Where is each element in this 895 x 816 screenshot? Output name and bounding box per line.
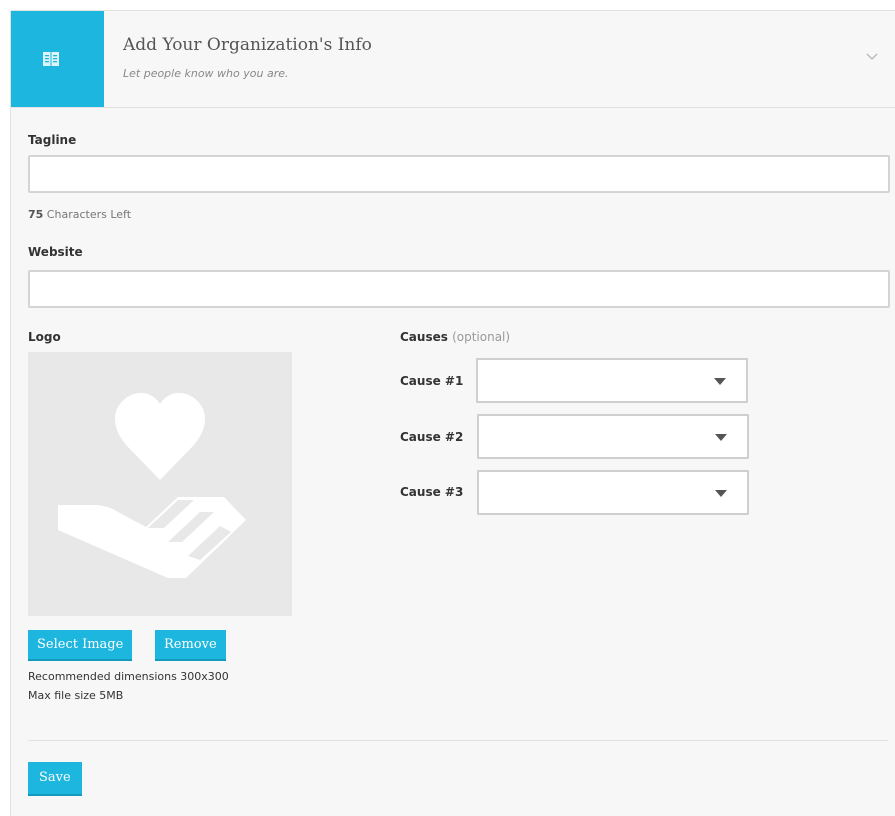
dropdown-arrow-icon — [715, 434, 727, 441]
divider — [28, 740, 888, 741]
org-info-panel: Add Your Organization's Info Let people … — [10, 10, 895, 816]
section-subtitle: Let people know who you are. — [123, 67, 289, 80]
logo-preview[interactable] — [28, 352, 292, 616]
dropdown-arrow-icon — [715, 490, 727, 497]
recommended-dimensions-note: Recommended dimensions 300x300 — [28, 670, 229, 683]
cause-1-label: Cause #1 — [400, 374, 464, 388]
tagline-input[interactable] — [28, 155, 890, 193]
heart-hand-icon — [58, 392, 246, 578]
select-image-button[interactable]: Select Image — [28, 630, 133, 661]
causes-heading: Causes (optional) — [400, 330, 510, 344]
remove-image-button[interactable]: Remove — [155, 630, 226, 661]
cause-2-select[interactable] — [477, 414, 749, 459]
logo-label: Logo — [28, 330, 61, 344]
section-header[interactable]: Add Your Organization's Info Let people … — [11, 11, 895, 108]
cause-3-label: Cause #3 — [400, 485, 464, 499]
causes-title: Causes — [400, 330, 448, 344]
cause-3-select[interactable] — [477, 470, 749, 515]
header-icon-box — [11, 11, 104, 107]
max-file-size-note: Max file size 5MB — [28, 689, 124, 702]
section-title: Add Your Organization's Info — [123, 35, 372, 55]
book-icon — [43, 52, 59, 66]
cause-2-label: Cause #2 — [400, 430, 464, 444]
dropdown-arrow-icon — [714, 378, 726, 385]
causes-optional: (optional) — [452, 330, 511, 344]
website-input[interactable] — [28, 270, 890, 308]
tagline-char-count: 75 Characters Left — [28, 208, 131, 221]
chars-left-number: 75 — [28, 208, 44, 221]
cause-1-select[interactable] — [476, 358, 748, 403]
tagline-label: Tagline — [28, 133, 77, 147]
website-label: Website — [28, 245, 83, 259]
chars-left-text: Characters Left — [43, 208, 132, 221]
chevron-down-icon[interactable] — [866, 53, 878, 61]
save-button[interactable]: Save — [28, 762, 82, 796]
